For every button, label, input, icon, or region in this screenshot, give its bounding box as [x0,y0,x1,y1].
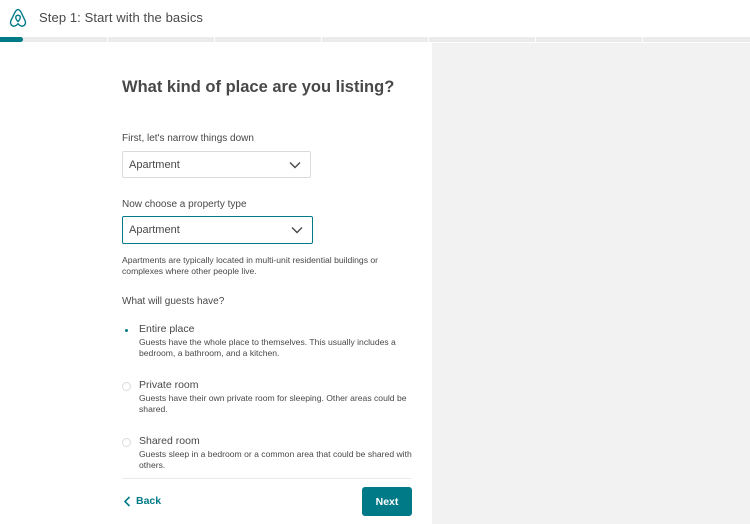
radio-button[interactable] [122,438,131,447]
progress-segment-divider [214,37,215,42]
radio-option-title: Private room [139,379,199,391]
property-type-select-value: Apartment [129,224,180,236]
radio-option-title: Entire place [139,323,195,335]
radio-option-description: Guests have their own private room for s… [139,393,407,414]
progress-segment-divider [642,37,643,42]
category-select[interactable]: Apartment [122,151,311,178]
next-button[interactable]: Next [362,487,412,516]
airbnb-logo-icon[interactable] [9,8,27,28]
chevron-down-icon [289,162,301,169]
chevron-left-icon [123,496,131,507]
property-type-label: Now choose a property type [122,199,247,210]
property-type-help-text: Apartments are typically located in mult… [122,255,379,276]
radio-button[interactable] [122,382,131,391]
top-bar: Step 1: Start with the basics [0,0,750,38]
progress-segment-divider [535,37,536,42]
side-panel [432,43,750,524]
back-button-label: Back [136,495,162,507]
category-label: First, let's narrow things down [122,133,254,144]
progress-segment-divider [107,37,108,42]
category-select-value: Apartment [129,159,180,171]
chevron-down-icon [291,227,303,234]
step-title: Step 1: Start with the basics [39,10,204,25]
footer-divider [122,478,412,479]
progress-fill [0,37,23,42]
progress-segment-divider [321,37,322,42]
progress-segment-divider [428,37,429,42]
progress-bar [0,37,750,42]
radio-option-description: Guests sleep in a bedroom or a common ar… [139,449,412,470]
radio-button-selected[interactable] [122,326,131,335]
radio-option-title: Shared room [139,435,200,447]
guests-have-label: What will guests have? [122,296,225,307]
property-type-select[interactable]: Apartment [122,216,313,244]
page-title: What kind of place are you listing? [122,78,395,96]
radio-option-description: Guests have the whole place to themselve… [139,337,396,358]
